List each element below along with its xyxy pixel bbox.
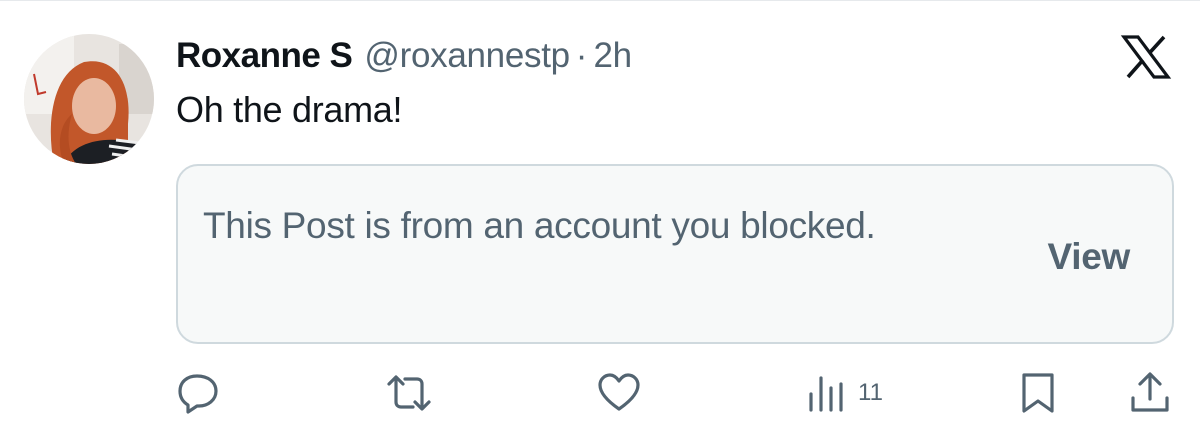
share-icon	[1128, 370, 1172, 416]
x-logo-icon[interactable]	[1120, 35, 1172, 79]
view-button[interactable]: View	[1048, 236, 1131, 278]
blocked-quote-card: This Post is from an account you blocked…	[176, 164, 1174, 344]
separator-dot: ·	[575, 36, 588, 75]
action-bar: 11	[176, 366, 1176, 420]
avatar[interactable]	[24, 34, 154, 164]
heart-icon	[596, 370, 642, 416]
reply-button[interactable]	[176, 366, 222, 420]
repost-button[interactable]	[384, 366, 434, 420]
author-handle[interactable]: @roxannestp	[364, 36, 570, 76]
views-count: 11	[858, 379, 883, 406]
repost-icon	[384, 370, 434, 416]
reply-icon	[176, 370, 222, 416]
views-bar-chart-icon	[806, 370, 846, 416]
post-timestamp[interactable]: 2h	[593, 36, 632, 76]
bookmark-icon	[1018, 370, 1058, 416]
bookmark-button[interactable]	[1018, 366, 1058, 420]
avatar-photo	[24, 34, 154, 164]
blocked-message: This Post is from an account you blocked…	[203, 205, 876, 246]
tweet: Roxanne S @roxannestp · 2h Oh the drama!…	[0, 0, 1200, 447]
views-button[interactable]: 11	[806, 366, 883, 420]
post-header: Roxanne S @roxannestp · 2h	[176, 35, 632, 77]
post-text: Oh the drama!	[176, 89, 403, 130]
share-button[interactable]	[1128, 366, 1172, 420]
like-button[interactable]	[596, 366, 642, 420]
author-name[interactable]: Roxanne S	[176, 36, 353, 76]
